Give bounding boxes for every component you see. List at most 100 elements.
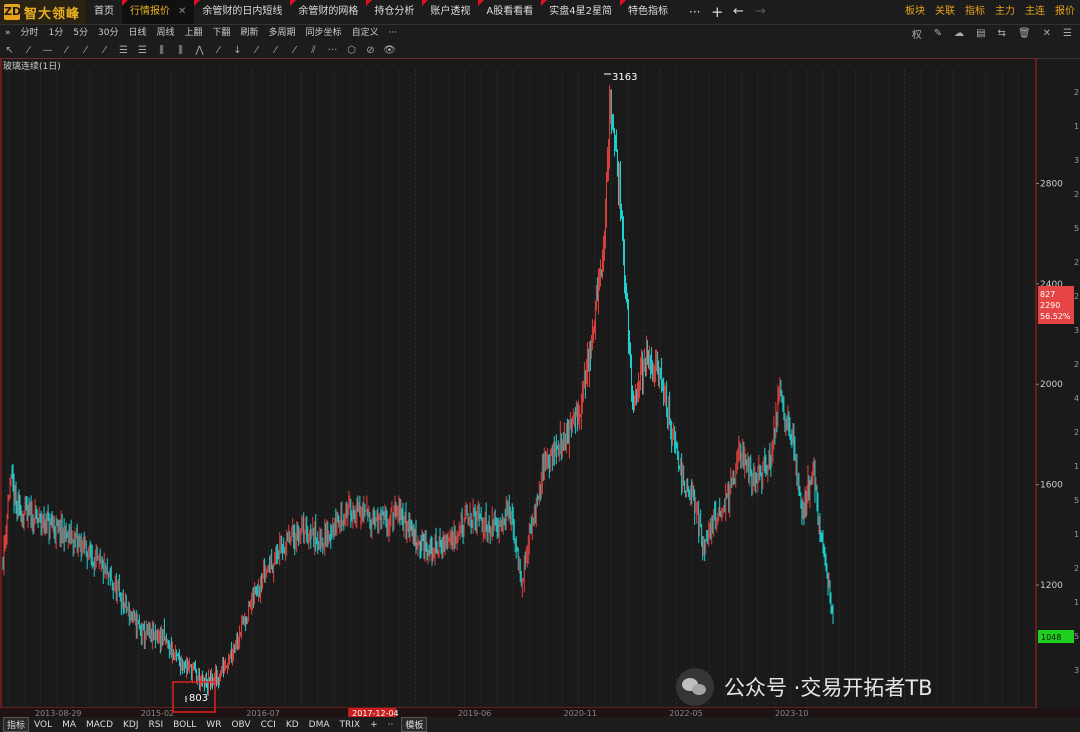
period-timeshare[interactable]: 分时 <box>16 25 44 42</box>
hexagon-icon[interactable]: ⬡ <box>342 45 361 56</box>
gann-icon[interactable]: ☰ <box>133 45 152 56</box>
line-segment-icon[interactable]: ⁄ <box>19 45 38 56</box>
custom-button[interactable]: 自定义 <box>347 25 384 42</box>
period-1min[interactable]: 1分 <box>44 25 69 42</box>
indicator-cci[interactable]: CCI <box>256 720 281 730</box>
tab-account[interactable]: 账户透视 <box>422 0 478 24</box>
tab-quote[interactable]: 行情报价 ✕ <box>122 0 195 24</box>
trash-icon[interactable]: 🗑 <box>1018 28 1031 39</box>
indicator-trix[interactable]: TRIX <box>335 720 366 730</box>
period-daily[interactable]: 日线 <box>123 25 151 42</box>
period-30min[interactable]: 30分 <box>93 25 123 42</box>
parallel-channel-icon[interactable]: ⫼ <box>152 45 171 56</box>
multi-period-button[interactable]: 多周期 <box>264 25 301 42</box>
rights-icon[interactable]: 权 <box>912 26 922 41</box>
fan-icon[interactable]: ⁄ <box>285 45 304 56</box>
trend-line-icon[interactable]: ⁄ <box>76 45 95 56</box>
watermark-prefix: 公众号 · <box>724 676 801 700</box>
link-quote[interactable]: 报价 <box>1050 0 1080 24</box>
refresh-button[interactable]: 刷新 <box>236 25 264 42</box>
x-tick-label: 2019-06 <box>458 709 491 717</box>
indicator-boll[interactable]: BOLL <box>168 720 201 730</box>
fibonacci-icon[interactable]: ☰ <box>114 45 133 56</box>
y-axis: 12001600200024002800213252232421512153 <box>1036 88 1079 675</box>
indicator-macd[interactable]: MACD <box>81 720 118 730</box>
top-bar: ZD 智大领峰 首页 行情报价 ✕ 余管财的日内短线 余管财的网格 持仓分析 账户… <box>0 0 1080 25</box>
channel-icon[interactable]: ⫼ <box>171 45 190 56</box>
tab-intraday[interactable]: 余管财的日内短线 <box>194 0 290 24</box>
template-tab[interactable]: 模板 <box>401 717 428 732</box>
tab-home[interactable]: 首页 <box>86 0 122 24</box>
y-tick-label: 2000 <box>1040 380 1063 390</box>
x-tick-label: 2016-07 <box>246 709 279 717</box>
wechat-icon <box>676 668 714 706</box>
expand-icon[interactable]: » <box>0 25 16 42</box>
layout-icon[interactable]: ▤ <box>976 28 985 39</box>
price-tag-label: 56.52% <box>1040 312 1071 321</box>
tab-grid[interactable]: 余管财的网格 <box>290 0 366 24</box>
more-tools-icon[interactable]: ··· <box>323 45 342 56</box>
tab-marker <box>619 0 626 6</box>
candlestick-chart[interactable]: 12001600200024002800213252232421512153 2… <box>0 58 1080 717</box>
page-down-button[interactable]: 下翻 <box>208 25 236 42</box>
indicator-kdj[interactable]: KDJ <box>118 720 144 730</box>
ray-icon[interactable]: ⁄ <box>57 45 76 56</box>
y-axis-partial-label: 2 <box>1074 88 1079 97</box>
arrow-down-icon[interactable]: ↓ <box>228 45 247 56</box>
watermark-name: 交易开拓者TB <box>800 676 933 700</box>
close-icon[interactable]: ✕ <box>178 6 186 17</box>
period-weekly[interactable]: 周线 <box>151 25 179 42</box>
eye-icon[interactable]: 👁 <box>380 45 399 56</box>
logo-icon: ZD <box>4 4 22 20</box>
close-icon[interactable]: ✕ <box>1043 28 1051 39</box>
x-tick-label: 2015-02 <box>141 709 174 717</box>
add-tab-icon[interactable]: + <box>711 0 724 24</box>
y-axis-partial-label: 2 <box>1074 564 1079 573</box>
indicator-vol[interactable]: VOL <box>29 720 57 730</box>
horizontal-line-icon[interactable]: — <box>38 45 57 56</box>
cursor-icon[interactable]: ↖ <box>0 45 19 56</box>
page-up-button[interactable]: 上翻 <box>179 25 207 42</box>
forward-arrow-icon[interactable]: → <box>755 0 766 24</box>
regression-icon[interactable]: ⫽ <box>304 45 323 56</box>
pencil-icon[interactable]: ✎ <box>934 28 942 39</box>
pitchfork-icon[interactable]: ⁄ <box>266 45 285 56</box>
link-main-force[interactable]: 主力 <box>990 0 1020 24</box>
arrow-icon[interactable]: ⁄ <box>247 45 266 56</box>
back-arrow-icon[interactable]: ← <box>733 0 744 24</box>
indicator-tab[interactable]: 指标 <box>3 717 30 732</box>
period-5min[interactable]: 5分 <box>68 25 93 42</box>
link-main-contract[interactable]: 主连 <box>1020 0 1050 24</box>
link-sector[interactable]: 板块 <box>900 0 930 24</box>
tab-strip: 首页 行情报价 ✕ 余管财的日内短线 余管财的网格 持仓分析 账户透视 A股看看看… <box>86 0 676 24</box>
y-tick-label: 2800 <box>1040 179 1063 189</box>
y-axis-partial-label: 2 <box>1074 428 1079 437</box>
more-tabs-icon[interactable]: ··· <box>689 0 700 24</box>
link-indicator[interactable]: 指标 <box>960 0 990 24</box>
tab-live[interactable]: 实盘4星2星简 <box>541 0 620 24</box>
link-related[interactable]: 关联 <box>930 0 960 24</box>
swap-icon[interactable]: ⇆ <box>998 28 1006 39</box>
menu-icon[interactable]: ☰ <box>1063 28 1072 39</box>
more-indicators-icon[interactable]: ·· <box>383 720 399 730</box>
add-indicator-icon[interactable]: + <box>365 720 383 730</box>
sync-axis-button[interactable]: 同步坐标 <box>301 25 347 42</box>
indicator-ma[interactable]: MA <box>57 720 81 730</box>
indicator-kd[interactable]: KD <box>281 720 304 730</box>
more-icon[interactable]: ··· <box>384 25 403 42</box>
wave-icon[interactable]: ⋀ <box>190 45 209 56</box>
indicator-rsi[interactable]: RSI <box>144 720 169 730</box>
hide-icon[interactable]: ⊘ <box>361 45 380 56</box>
indicator-dma[interactable]: DMA <box>304 720 335 730</box>
tab-label: 行情报价 <box>130 6 170 17</box>
angle-icon[interactable]: ⁄ <box>209 45 228 56</box>
tab-positions[interactable]: 持仓分析 <box>366 0 422 24</box>
app-logo[interactable]: ZD 智大领峰 <box>0 0 86 24</box>
tab-special[interactable]: 特色指标 <box>619 0 676 24</box>
cloud-icon[interactable]: ☁ <box>954 28 964 39</box>
indicator-obv[interactable]: OBV <box>226 720 255 730</box>
tab-a-shares[interactable]: A股看看看 <box>478 0 541 24</box>
extended-line-icon[interactable]: ⁄ <box>95 45 114 56</box>
tab-label: 实盘4星2星简 <box>549 6 612 17</box>
indicator-wr[interactable]: WR <box>201 720 226 730</box>
